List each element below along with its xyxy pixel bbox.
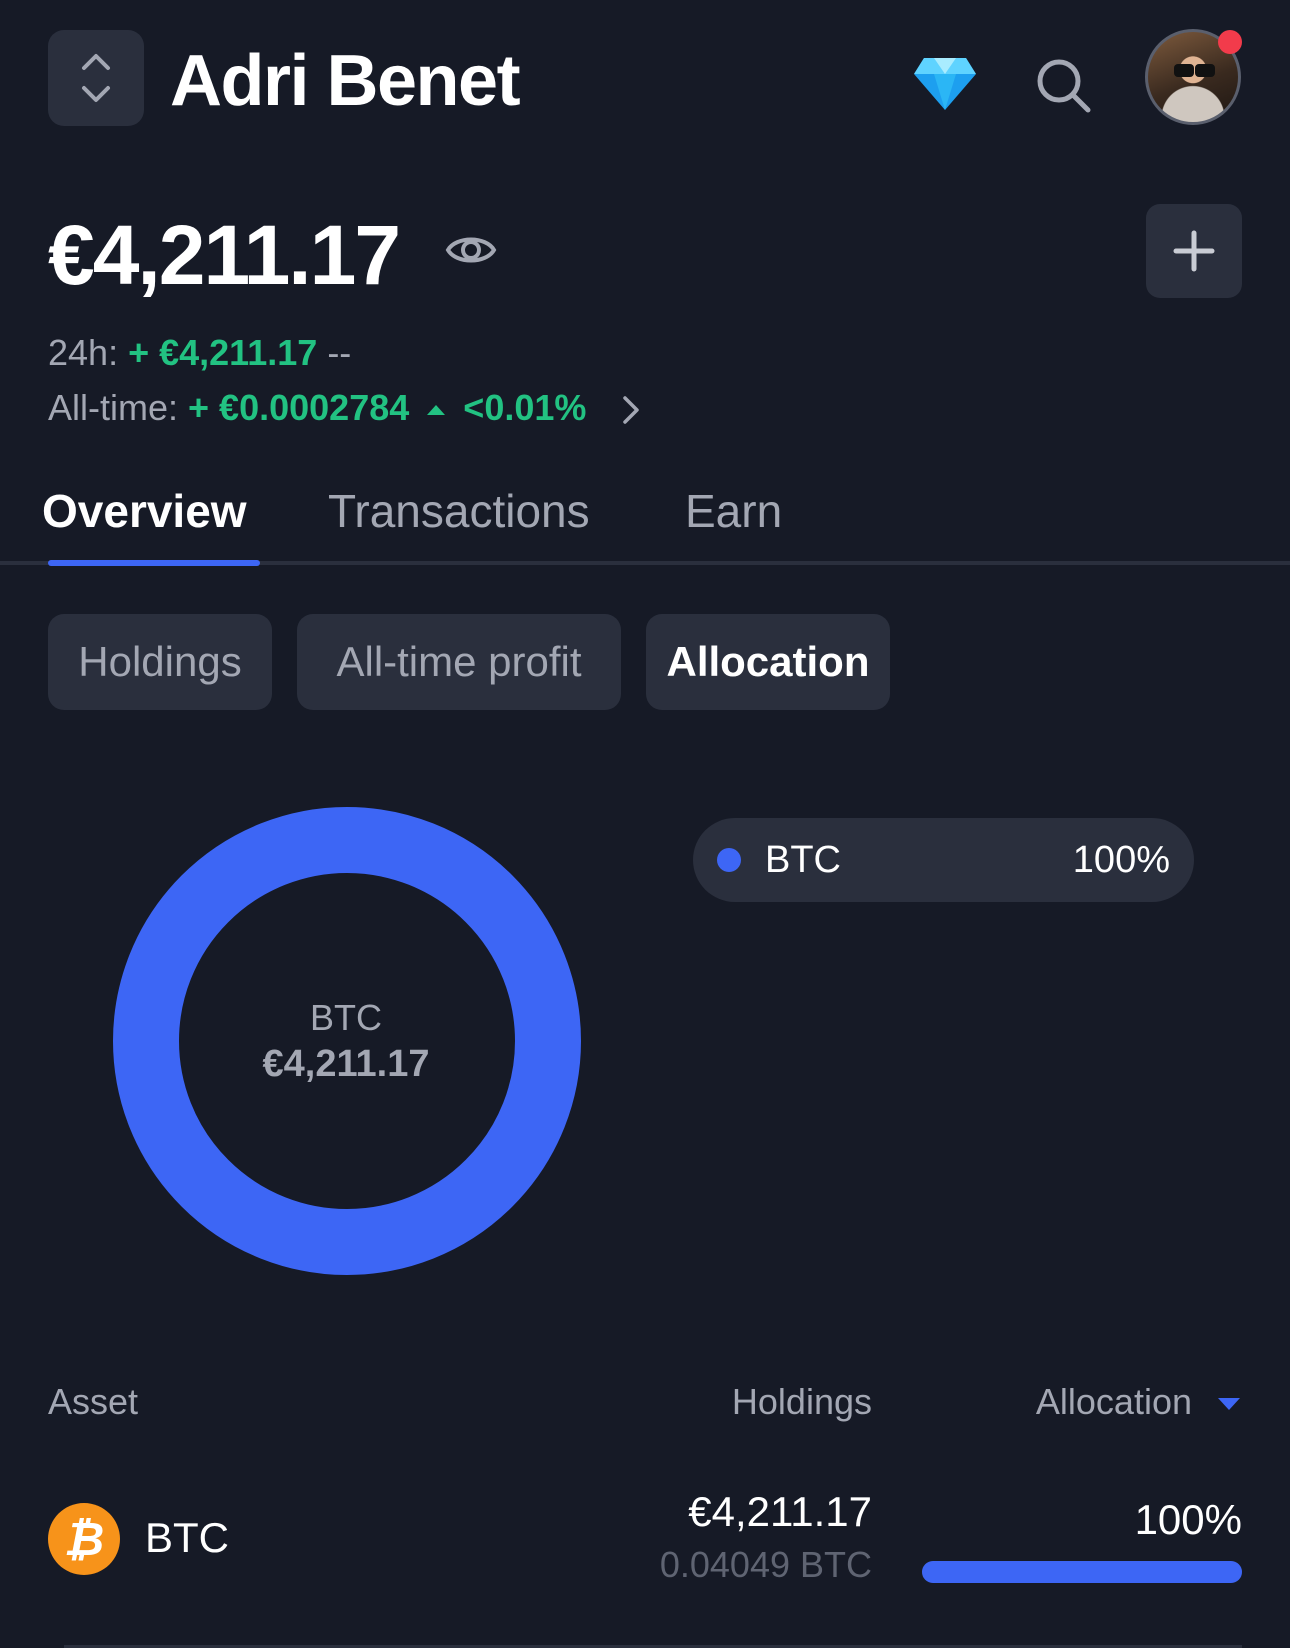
change-24h-percent: -- xyxy=(327,332,352,373)
change-24h-value: + €4,211.17 xyxy=(128,332,318,373)
premium-button[interactable] xyxy=(912,56,978,117)
holdings-value: €4,211.17 xyxy=(688,1488,872,1535)
chevron-up-down-icon xyxy=(82,54,110,102)
diamond-icon xyxy=(914,58,976,110)
donut-center-label: BTC xyxy=(310,997,382,1038)
column-header-allocation[interactable]: Allocation xyxy=(1036,1380,1242,1424)
holdings-quantity: 0.04049 BTC xyxy=(659,1544,872,1585)
bitcoin-icon: ₿ xyxy=(48,1503,120,1575)
tab-transactions[interactable]: Transactions xyxy=(328,482,590,540)
chevron-right-icon xyxy=(623,396,640,425)
change-24h-label: 24h: xyxy=(48,332,119,373)
column-header-holdings[interactable]: Holdings xyxy=(732,1380,872,1424)
toggle-visibility-button[interactable] xyxy=(445,228,497,277)
avatar-detail xyxy=(1195,64,1215,77)
tab-earn[interactable]: Earn xyxy=(685,482,782,540)
legend-item-btc[interactable]: BTC 100% xyxy=(693,818,1194,902)
triangle-up-icon xyxy=(427,405,446,416)
column-header-asset[interactable]: Asset xyxy=(48,1380,138,1424)
change-24h-row: 24h: + €4,211.17 -- xyxy=(48,331,351,375)
tab-active-indicator xyxy=(48,560,260,566)
plus-icon xyxy=(1173,230,1215,272)
account-name: Adri Benet xyxy=(170,41,521,121)
chip-holdings[interactable]: Holdings xyxy=(48,614,272,710)
change-alltime-percent: <0.01% xyxy=(463,387,587,428)
search-icon xyxy=(1037,59,1091,113)
chip-allocation[interactable]: Allocation xyxy=(646,614,890,710)
account-switcher-button[interactable] xyxy=(48,30,144,126)
change-alltime-label: All-time: xyxy=(48,387,179,428)
add-button[interactable] xyxy=(1146,204,1242,298)
allocation-percent: 100% xyxy=(1134,1496,1242,1543)
total-balance: €4,211.17 xyxy=(48,208,401,302)
avatar-detail xyxy=(1174,64,1194,77)
allocation-donut-chart xyxy=(113,807,581,1275)
change-alltime-value: + €0.0002784 xyxy=(188,387,410,428)
caret-down-icon xyxy=(1218,1398,1240,1411)
legend-label: BTC xyxy=(765,839,841,881)
allocation-bar xyxy=(922,1561,1242,1583)
chip-all-time-profit[interactable]: All-time profit xyxy=(297,614,621,710)
change-alltime-row[interactable]: All-time: + €0.0002784 <0.01% xyxy=(48,386,646,430)
legend-color-dot xyxy=(717,848,741,872)
donut-slice-btc xyxy=(113,807,581,1275)
notification-badge xyxy=(1218,30,1242,54)
tab-overview[interactable]: Overview xyxy=(42,482,247,540)
asset-name[interactable]: BTC xyxy=(145,1512,229,1564)
column-header-allocation-label: Allocation xyxy=(1035,1381,1192,1422)
legend-value: 100% xyxy=(1072,839,1170,881)
donut-center-value: €4,211.17 xyxy=(262,1043,430,1085)
search-button[interactable] xyxy=(1034,56,1094,121)
eye-icon xyxy=(445,237,497,263)
allocation-bar-fill xyxy=(922,1561,1242,1583)
